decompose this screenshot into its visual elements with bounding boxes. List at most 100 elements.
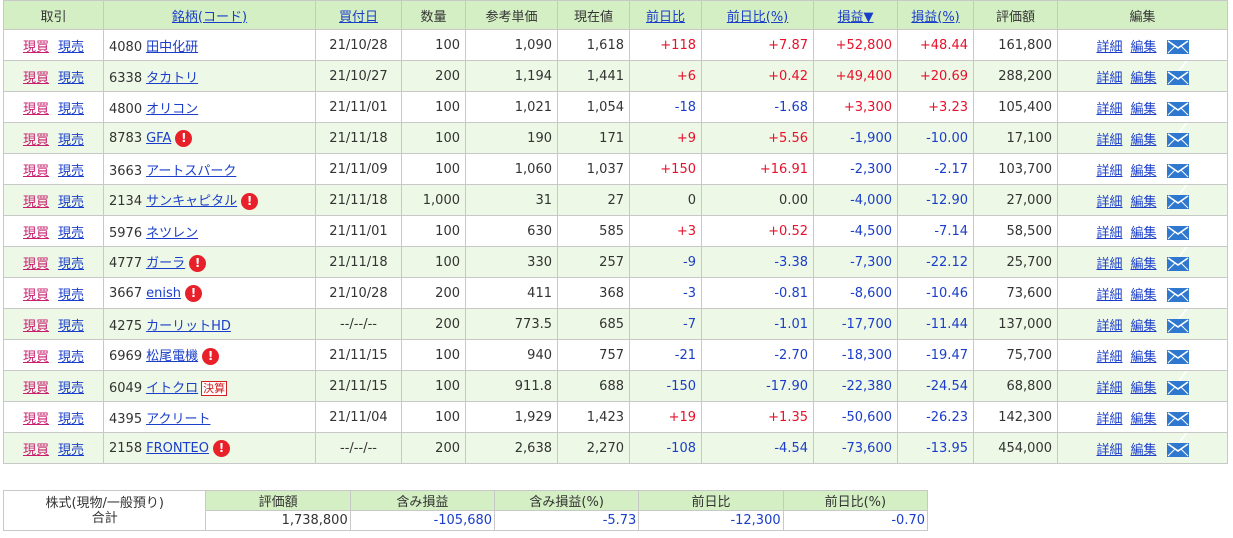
sort-pl-pct-link[interactable]: 損益(%) [911,10,960,25]
edit-link[interactable]: 編集 [1131,381,1157,396]
buy-link[interactable]: 現買 [23,257,49,272]
sort-day-change-pct-link[interactable]: 前日比(%) [727,10,789,25]
sell-link[interactable]: 現売 [58,257,84,272]
edit-link[interactable]: 編集 [1131,412,1157,427]
stock-name-link[interactable]: サンキャピタル [146,194,237,209]
buy-link[interactable]: 現買 [23,226,49,241]
sell-link[interactable]: 現売 [58,195,84,210]
col-header-buy-date[interactable]: 買付日 [315,0,402,30]
edit-link[interactable]: 編集 [1131,257,1157,272]
sell-link[interactable]: 現売 [58,164,84,179]
stock-name-link[interactable]: アートスパーク [146,164,236,179]
alert-icon[interactable]: ! [189,255,207,272]
detail-link[interactable]: 詳細 [1096,40,1122,55]
buy-link[interactable]: 現買 [23,133,49,148]
stock-name-link[interactable]: GFA [146,131,171,146]
edit-link[interactable]: 編集 [1131,102,1157,117]
stock-name-link[interactable]: 田中化研 [146,40,198,55]
envelope-icon[interactable] [1166,443,1189,457]
envelope-icon[interactable] [1166,133,1189,147]
sell-link[interactable]: 現売 [58,319,84,334]
edit-link[interactable]: 編集 [1131,288,1157,303]
buy-link[interactable]: 現買 [23,71,49,86]
alert-icon[interactable]: ! [175,129,193,147]
sort-buy-date-link[interactable]: 買付日 [339,10,378,25]
buy-link[interactable]: 現買 [23,288,49,303]
envelope-icon[interactable] [1166,412,1189,426]
detail-link[interactable]: 詳細 [1096,195,1122,210]
alert-icon[interactable]: ! [212,439,230,457]
col-header-pl[interactable]: 損益▼ [813,0,898,30]
sell-link[interactable]: 現売 [58,71,84,86]
sell-link[interactable]: 現売 [58,443,84,458]
sell-link[interactable]: 現売 [58,226,84,241]
buy-link[interactable]: 現買 [23,381,49,396]
stock-name-link[interactable]: ガーラ [146,256,185,271]
envelope-icon[interactable] [1166,226,1189,240]
detail-link[interactable]: 詳細 [1096,412,1122,427]
envelope-icon[interactable] [1166,350,1189,364]
col-header-pl-pct[interactable]: 損益(%) [897,0,974,30]
buy-link[interactable]: 現買 [23,40,49,55]
detail-link[interactable]: 詳細 [1096,102,1122,117]
edit-link[interactable]: 編集 [1131,226,1157,241]
buy-link[interactable]: 現買 [23,443,49,458]
detail-link[interactable]: 詳細 [1096,133,1122,148]
alert-icon[interactable]: ! [184,284,202,302]
sell-link[interactable]: 現売 [58,350,84,365]
stock-name-link[interactable]: イトクロ [146,381,198,396]
sell-link[interactable]: 現売 [58,412,84,427]
col-header-day-change-pct[interactable]: 前日比(%) [701,0,814,30]
detail-link[interactable]: 詳細 [1096,381,1122,396]
col-header-day-change[interactable]: 前日比 [629,0,702,30]
edit-link[interactable]: 編集 [1131,71,1157,86]
sell-link[interactable]: 現売 [58,381,84,396]
col-header-stock[interactable]: 銘柄(コード) [103,0,316,30]
earnings-badge[interactable]: 決算 [201,380,228,396]
stock-name-link[interactable]: 松尾電機 [146,349,198,364]
detail-link[interactable]: 詳細 [1096,226,1122,241]
stock-name-link[interactable]: enish [146,286,181,301]
edit-link[interactable]: 編集 [1131,443,1157,458]
sell-link[interactable]: 現売 [58,133,84,148]
detail-link[interactable]: 詳細 [1096,164,1122,179]
stock-name-link[interactable]: オリコン [146,102,198,117]
buy-link[interactable]: 現買 [23,102,49,117]
detail-link[interactable]: 詳細 [1096,288,1122,303]
envelope-icon[interactable] [1166,164,1189,178]
stock-name-link[interactable]: アクリート [146,412,210,427]
edit-link[interactable]: 編集 [1131,195,1157,210]
stock-name-link[interactable]: ネツレン [146,226,198,241]
sort-stock-link[interactable]: 銘柄(コード) [172,10,247,25]
buy-link[interactable]: 現買 [23,164,49,179]
envelope-icon[interactable] [1166,319,1189,333]
envelope-icon[interactable] [1166,288,1189,302]
edit-link[interactable]: 編集 [1131,164,1157,179]
alert-icon[interactable]: ! [241,193,259,210]
sort-day-change-link[interactable]: 前日比 [646,10,685,25]
envelope-icon[interactable] [1166,195,1189,209]
edit-link[interactable]: 編集 [1131,319,1157,334]
stock-name-link[interactable]: タカトリ [146,71,198,86]
edit-link[interactable]: 編集 [1131,350,1157,365]
edit-link[interactable]: 編集 [1131,40,1157,55]
envelope-icon[interactable] [1166,257,1189,271]
detail-link[interactable]: 詳細 [1096,257,1122,272]
edit-link[interactable]: 編集 [1131,133,1157,148]
sell-link[interactable]: 現売 [58,40,84,55]
buy-link[interactable]: 現買 [23,195,49,210]
envelope-icon[interactable] [1166,71,1189,85]
buy-link[interactable]: 現買 [23,350,49,365]
detail-link[interactable]: 詳細 [1096,350,1122,365]
buy-link[interactable]: 現買 [23,412,49,427]
buy-link[interactable]: 現買 [23,319,49,334]
sort-pl-link[interactable]: 損益▼ [838,10,874,25]
envelope-icon[interactable] [1166,40,1189,54]
detail-link[interactable]: 詳細 [1096,71,1122,86]
sell-link[interactable]: 現売 [58,288,84,303]
detail-link[interactable]: 詳細 [1096,319,1122,334]
alert-icon[interactable]: ! [202,348,220,365]
sell-link[interactable]: 現売 [58,102,84,117]
detail-link[interactable]: 詳細 [1096,443,1122,458]
envelope-icon[interactable] [1166,381,1189,395]
